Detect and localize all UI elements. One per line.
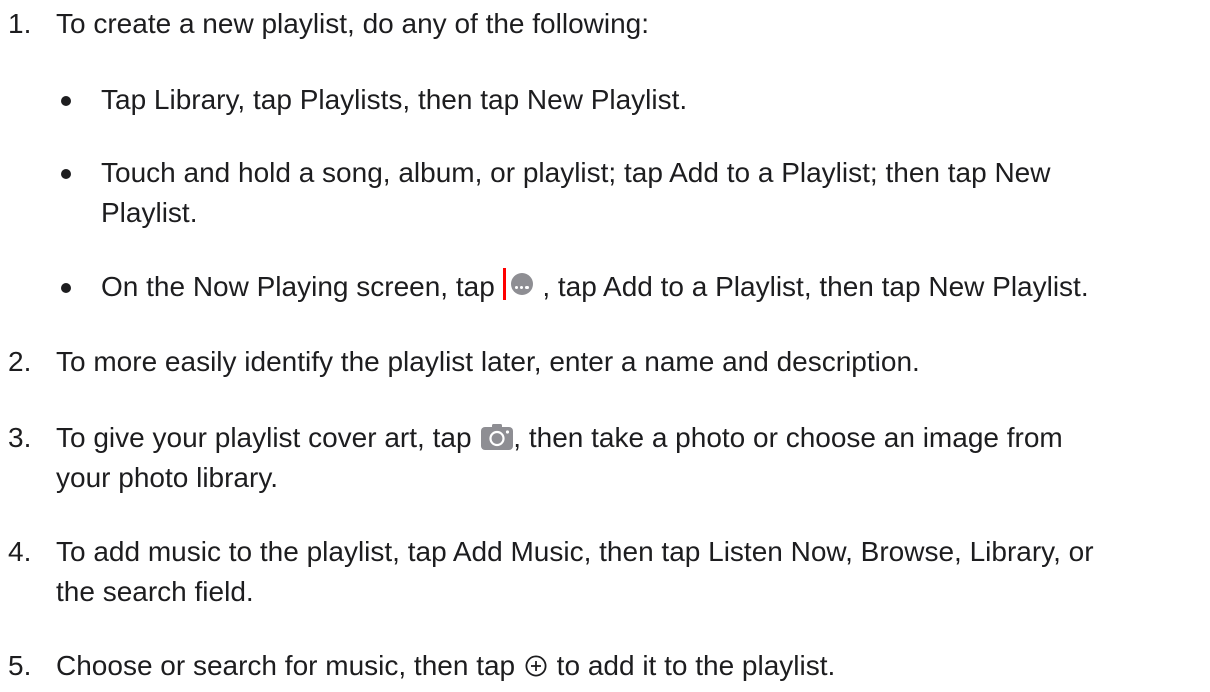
step-text-before: To give your playlist cover art, tap [56, 422, 480, 453]
sub-item-text-after: , tap Add to a Playlist, then tap New Pl… [534, 271, 1089, 302]
step-text: To give your playlist cover art, tap , t… [56, 418, 1196, 498]
sub-item-text: Tap Library, tap Playlists, then tap New… [101, 84, 688, 115]
sub-item-text-line2: Playlist. [101, 197, 198, 228]
step-number: 4. [8, 536, 32, 567]
step-number: 1. [8, 8, 32, 39]
add-circle-icon [525, 648, 547, 677]
sub-item-text: Touch and hold a song, album, or playlis… [101, 153, 1201, 233]
sub-item-text: On the Now Playing screen, tap , tap Add… [101, 267, 1201, 307]
step-text-after: , then take a photo or choose an image f… [513, 422, 1063, 453]
sub-item-text-line1: Touch and hold a song, album, or playlis… [101, 157, 1051, 188]
step-text: To add music to the playlist, tap Add Mu… [56, 532, 1196, 612]
step-text-before: Choose or search for music, then tap [56, 650, 523, 681]
step-number: 2. [8, 346, 32, 377]
step-number: 5. [8, 650, 32, 681]
text-cursor [502, 268, 506, 300]
bullet-icon [61, 283, 71, 293]
step-text-line1: To add music to the playlist, tap Add Mu… [56, 536, 1094, 567]
document-page: 1. To create a new playlist, do any of t… [0, 0, 1210, 692]
step-text: To more easily identify the playlist lat… [56, 346, 920, 377]
bullet-icon [61, 96, 71, 106]
step-text: To create a new playlist, do any of the … [56, 8, 650, 39]
camera-icon [481, 421, 514, 450]
step-text-after: to add it to the playlist. [548, 650, 836, 681]
sub-item-text-before: On the Now Playing screen, tap [101, 271, 503, 302]
step-number: 3. [8, 422, 32, 453]
step-text-line2: your photo library. [56, 462, 279, 493]
step-text-line2: the search field. [56, 576, 254, 607]
bullet-icon [61, 169, 71, 179]
step-text: Choose or search for music, then tap to … [56, 646, 1196, 686]
more-button-icon [502, 268, 533, 300]
